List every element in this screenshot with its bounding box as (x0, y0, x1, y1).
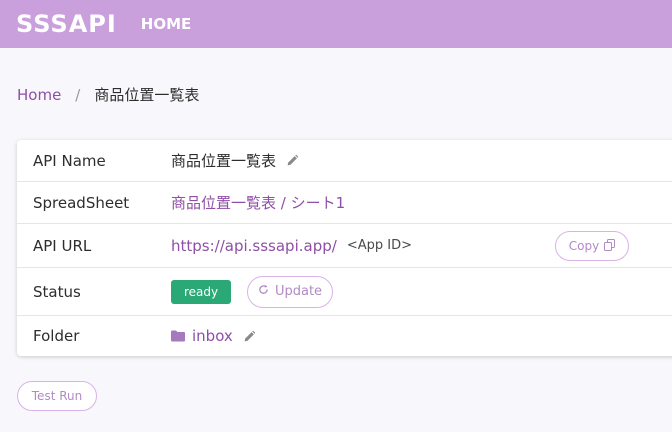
edit-folder-pencil-icon[interactable] (243, 330, 256, 343)
folder-icon (171, 330, 185, 342)
folder-label: Folder (33, 327, 80, 345)
api-name-label: API Name (33, 151, 106, 170)
folder-link[interactable]: inbox (192, 327, 233, 345)
spreadsheet-row: SpreadSheet 商品位置一覧表 / シート1 (17, 182, 672, 224)
breadcrumb-home-link[interactable]: Home (17, 86, 61, 104)
update-button[interactable]: Update (247, 275, 333, 308)
update-button-label: Update (274, 284, 323, 299)
status-value-group: ready Update (171, 275, 333, 308)
api-name-row: API Name 商品位置一覧表 (17, 140, 672, 182)
copy-button-label: Copy (568, 239, 600, 253)
api-name-value-group: 商品位置一覧表 (171, 150, 299, 171)
api-name-value: 商品位置一覧表 (171, 152, 277, 170)
copy-icon (604, 238, 616, 254)
breadcrumb-current: 商品位置一覧表 (94, 86, 200, 104)
api-detail-card: API Name 商品位置一覧表 SpreadSheet 商品位置一覧表 / シ… (17, 140, 672, 356)
status-row: Status ready Update (17, 268, 672, 316)
status-badge: ready (171, 279, 231, 304)
nav-home-link[interactable]: HOME (141, 15, 191, 33)
folder-row: Folder inbox (17, 316, 672, 356)
spreadsheet-link[interactable]: 商品位置一覧表 / シート1 (171, 192, 345, 213)
folder-value-group: inbox (171, 327, 256, 345)
app-logo[interactable]: SSSAPI (16, 10, 117, 38)
copy-url-button[interactable]: Copy (555, 231, 629, 261)
spreadsheet-value-group: 商品位置一覧表 / シート1 (171, 192, 345, 213)
test-run-button[interactable]: Test Run (17, 381, 97, 411)
status-label: Status (33, 282, 81, 301)
api-url-link[interactable]: https://api.sssapi.app/ (171, 237, 337, 255)
api-url-row: API URL https://api.sssapi.app/ <App ID>… (17, 224, 672, 268)
refresh-icon (258, 284, 269, 299)
api-url-app-id: <App ID> (346, 238, 412, 253)
api-url-value-group: https://api.sssapi.app/ <App ID> (171, 237, 412, 255)
edit-api-name-pencil-icon[interactable] (286, 154, 299, 167)
breadcrumb: Home / 商品位置一覧表 (17, 84, 199, 105)
api-url-label: API URL (33, 236, 92, 255)
top-bar: SSSAPI HOME (0, 0, 672, 48)
spreadsheet-label: SpreadSheet (33, 193, 130, 212)
breadcrumb-separator: / (75, 85, 81, 104)
